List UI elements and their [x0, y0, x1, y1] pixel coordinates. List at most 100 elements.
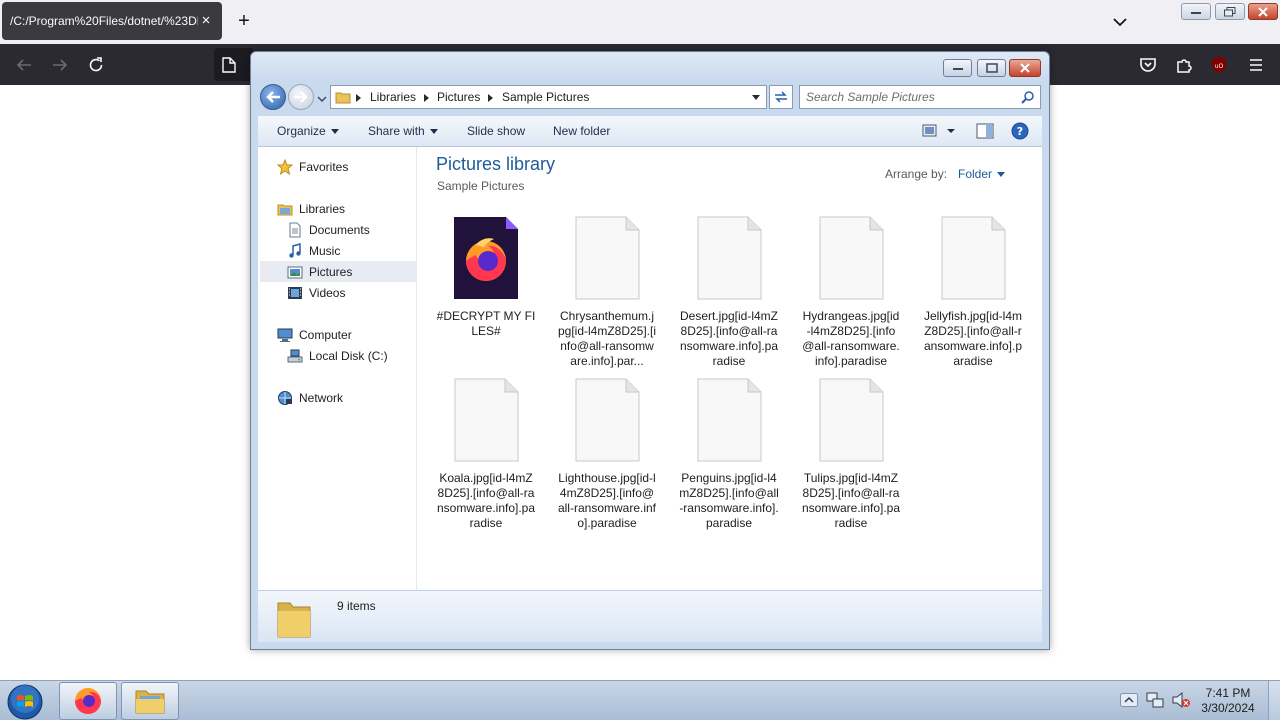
- nav-item-documents[interactable]: Documents: [286, 219, 370, 240]
- star-icon: [276, 158, 294, 175]
- close-tab-icon[interactable]: ×: [198, 13, 214, 29]
- address-row: Libraries Pictures Sample Pictures: [251, 82, 1049, 116]
- folder-icon: [276, 597, 312, 642]
- breadcrumb-separator: [424, 94, 429, 102]
- address-history-dropdown[interactable]: [752, 95, 760, 100]
- extensions-puzzle-icon[interactable]: [1173, 54, 1195, 76]
- folder-icon: [335, 89, 351, 108]
- volume-muted-icon[interactable]: [1171, 691, 1191, 712]
- breadcrumb-libraries[interactable]: Libraries: [370, 90, 416, 104]
- item-count: 9 items: [337, 599, 376, 613]
- new-tab-button[interactable]: +: [234, 11, 254, 32]
- explorer-maximize-button[interactable]: [977, 59, 1006, 77]
- nav-item-libraries[interactable]: Libraries: [276, 198, 345, 219]
- browser-minimize-button[interactable]: [1181, 3, 1211, 20]
- new-folder-button[interactable]: New folder: [553, 124, 610, 138]
- file-item[interactable]: Penguins.jpg[id-l4mZ8D25].[info@all-rans…: [679, 377, 779, 531]
- nav-item-network[interactable]: Network: [276, 387, 343, 408]
- explorer-minimize-button[interactable]: [943, 59, 972, 77]
- blank-file-icon: [573, 377, 641, 463]
- file-name: Tulips.jpg[id-l4mZ8D25].[info@all-ransom…: [801, 471, 901, 530]
- nav-item-computer[interactable]: Computer: [276, 324, 352, 345]
- taskbar-firefox-button[interactable]: [59, 682, 117, 720]
- file-item[interactable]: Jellyfish.jpg[id-l4mZ8D25].[info@all-ran…: [923, 215, 1023, 369]
- file-item[interactable]: Koala.jpg[id-l4mZ8D25].[info@all-ransomw…: [436, 377, 536, 531]
- firefox-icon: [75, 688, 101, 714]
- explorer-refresh-button[interactable]: [769, 85, 793, 109]
- network-tray-icon[interactable]: [1146, 691, 1164, 712]
- nav-item-videos[interactable]: Videos: [286, 282, 345, 303]
- file-item[interactable]: Chrysanthemum.jpg[id-l4mZ8D25].[info@all…: [557, 215, 657, 369]
- browser-close-button[interactable]: [1248, 3, 1278, 20]
- nav-item-music[interactable]: Music: [286, 240, 340, 261]
- browser-restore-button[interactable]: [1215, 3, 1245, 20]
- file-item[interactable]: #DECRYPT MY FILES#: [436, 215, 536, 339]
- chevron-down-icon: [997, 172, 1006, 177]
- reload-icon[interactable]: [85, 54, 107, 76]
- organize-label: Organize: [277, 124, 326, 138]
- nav-item-favorites[interactable]: Favorites: [276, 156, 348, 177]
- pictures-icon: [286, 264, 304, 280]
- file-item[interactable]: Desert.jpg[id-l4mZ8D25].[info@all-ransom…: [679, 215, 779, 369]
- svg-text:uO: uO: [1215, 63, 1224, 70]
- blank-file-icon: [817, 215, 885, 301]
- file-item[interactable]: Hydrangeas.jpg[id-l4mZ8D25].[info@all-ra…: [801, 215, 901, 369]
- show-desktop-button[interactable]: [1268, 681, 1280, 720]
- change-view-icon[interactable]: [922, 122, 956, 143]
- folder-icon: [135, 690, 165, 714]
- recent-pages-dropdown[interactable]: [317, 92, 327, 106]
- file-name: Lighthouse.jpg[id-l4mZ8D25].[info@all-ra…: [557, 471, 657, 530]
- search-input[interactable]: [806, 89, 1016, 105]
- blank-file-icon: [695, 215, 763, 301]
- documents-icon: [286, 222, 304, 238]
- library-title: Pictures library: [436, 154, 556, 174]
- forward-arrow-icon[interactable]: [49, 54, 71, 76]
- share-with-label: Share with: [368, 124, 425, 138]
- firefox-document-icon: [452, 215, 520, 301]
- url-bar[interactable]: [214, 48, 254, 81]
- browser-tab-title: /C:/Program%20Files/dotnet/%23DECRYPT: [10, 14, 198, 28]
- nav-label-computer: Computer: [299, 327, 352, 342]
- address-bar[interactable]: Libraries Pictures Sample Pictures: [330, 85, 767, 109]
- explorer-close-button[interactable]: [1009, 59, 1041, 77]
- explorer-back-button[interactable]: [260, 84, 286, 110]
- menu-hamburger-icon[interactable]: [1245, 54, 1267, 76]
- library-subtitle: Sample Pictures: [437, 179, 525, 193]
- videos-icon: [286, 285, 304, 301]
- details-pane: 9 items: [258, 590, 1042, 642]
- file-item[interactable]: Tulips.jpg[id-l4mZ8D25].[info@all-ransom…: [801, 377, 901, 531]
- arrange-by-label: Arrange by:: [885, 167, 948, 181]
- arrange-by-dropdown[interactable]: Folder: [958, 167, 1006, 181]
- file-item[interactable]: Lighthouse.jpg[id-l4mZ8D25].[info@all-ra…: [557, 377, 657, 531]
- nav-item-pictures[interactable]: Pictures: [260, 261, 416, 282]
- explorer-forward-button[interactable]: [288, 84, 314, 110]
- list-all-tabs-chevron-icon[interactable]: [1110, 12, 1130, 32]
- nav-label-local-disk: Local Disk (C:): [309, 348, 388, 363]
- preview-pane-icon[interactable]: [976, 122, 994, 143]
- file-name: Desert.jpg[id-l4mZ8D25].[info@all-ransom…: [679, 309, 779, 368]
- show-hidden-icons-button[interactable]: [1120, 693, 1138, 710]
- search-field[interactable]: [799, 85, 1041, 109]
- start-button[interactable]: [6, 683, 44, 720]
- browser-tab[interactable]: /C:/Program%20Files/dotnet/%23DECRYPT ×: [2, 2, 222, 40]
- back-arrow-icon[interactable]: [13, 54, 35, 76]
- nav-item-local-disk[interactable]: Local Disk (C:): [286, 345, 388, 366]
- breadcrumb-pictures[interactable]: Pictures: [437, 90, 480, 104]
- share-with-button[interactable]: Share with: [368, 124, 438, 138]
- file-name: Hydrangeas.jpg[id-l4mZ8D25].[info@all-ra…: [802, 309, 900, 368]
- file-name: #DECRYPT MY FILES#: [436, 309, 536, 338]
- explorer-window: Libraries Pictures Sample Pictures Organ…: [250, 51, 1050, 650]
- breadcrumb-sample-pictures[interactable]: Sample Pictures: [502, 90, 589, 104]
- help-icon[interactable]: ?: [1011, 122, 1029, 143]
- taskbar-explorer-button[interactable]: [121, 682, 179, 720]
- pocket-icon[interactable]: [1137, 54, 1159, 76]
- file-name: Penguins.jpg[id-l4mZ8D25].[info@all-rans…: [679, 471, 779, 530]
- search-icon[interactable]: [1021, 90, 1035, 107]
- ublock-origin-icon[interactable]: uO: [1208, 54, 1230, 76]
- explorer-titlebar[interactable]: [251, 52, 1049, 82]
- system-clock[interactable]: 7:41 PM 3/30/2024: [1196, 686, 1260, 716]
- blank-file-icon: [695, 377, 763, 463]
- file-name: Jellyfish.jpg[id-l4mZ8D25].[info@all-ran…: [923, 309, 1023, 368]
- organize-button[interactable]: Organize: [277, 124, 339, 138]
- slide-show-button[interactable]: Slide show: [467, 124, 525, 138]
